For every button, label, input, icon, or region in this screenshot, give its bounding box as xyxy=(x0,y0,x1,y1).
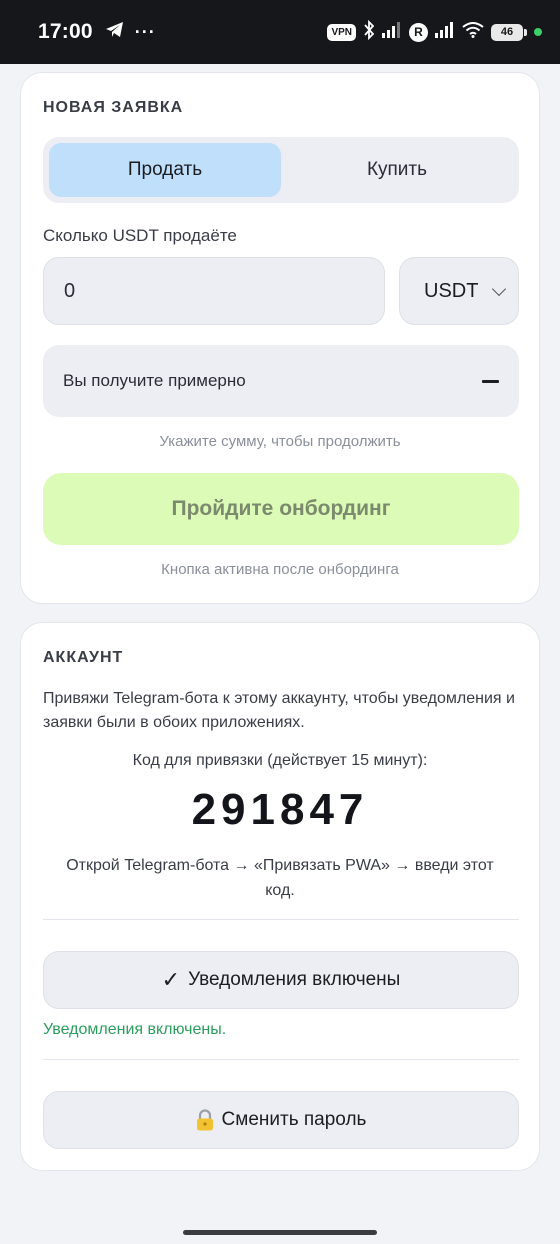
wifi-icon xyxy=(462,21,484,43)
receive-value-dash xyxy=(482,379,499,383)
new-order-title: НОВАЯ ЗАЯВКА xyxy=(43,99,184,116)
telegram-icon xyxy=(105,21,125,44)
change-password-button[interactable]: Сменить пароль xyxy=(43,1091,519,1149)
chevron-down-icon xyxy=(491,281,507,296)
tab-sell[interactable]: Продать xyxy=(49,143,281,197)
notifications-button-label: Уведомления включены xyxy=(188,969,401,990)
lock-icon xyxy=(196,1109,214,1131)
signal-icon-2 xyxy=(435,21,455,43)
notifications-status: Уведомления включены. xyxy=(43,1021,227,1038)
account-card: АККАУНТ Привяжи Telegram-бота к этому ак… xyxy=(20,622,540,1171)
account-title: АККАУНТ xyxy=(43,649,124,666)
tab-buy[interactable]: Купить xyxy=(281,143,513,197)
battery-icon: 46 xyxy=(491,23,527,41)
order-type-switch: Продать Купить xyxy=(43,137,519,203)
divider xyxy=(43,1059,519,1060)
currency-value: USDT xyxy=(424,279,479,302)
status-right: VPN R 46 xyxy=(327,19,542,45)
new-order-card: НОВАЯ ЗАЯВКА Продать Купить Сколько USDT… xyxy=(20,72,540,604)
cta-hint: Кнопка активна после онбординга xyxy=(161,561,399,578)
link-code: 291847 xyxy=(191,785,369,834)
receive-estimate: Вы получите примерно xyxy=(43,345,519,417)
receive-label: Вы получите примерно xyxy=(63,371,246,390)
home-indicator[interactable] xyxy=(183,1230,377,1235)
status-time: 17:00 xyxy=(38,20,93,43)
currency-select[interactable]: USDT xyxy=(399,257,519,325)
amount-input[interactable]: 0 xyxy=(43,257,385,325)
link-instruction: Открой Telegram-бота → «Привязать PWA» →… xyxy=(66,857,494,899)
divider xyxy=(43,919,519,920)
signal-icon xyxy=(382,21,402,43)
onboarding-button[interactable]: Пройдите онбординг xyxy=(43,473,519,545)
notifications-button[interactable]: ✓ Уведомления включены xyxy=(43,951,519,1009)
account-description: Привяжи Telegram-бота к этому аккаунту, … xyxy=(43,690,515,731)
status-left: 17:00 ··· xyxy=(38,20,156,44)
amount-label: Сколько USDT продаёте xyxy=(43,226,237,245)
status-bar: 17:00 ··· VPN R 46 xyxy=(0,0,560,64)
bluetooth-icon xyxy=(363,19,375,45)
r-badge-icon: R xyxy=(409,22,428,42)
change-password-label: Сменить пароль xyxy=(221,1109,367,1130)
checkmark-icon: ✓ xyxy=(161,967,181,992)
amount-hint: Укажите сумму, чтобы продолжить xyxy=(159,433,401,450)
vpn-icon: VPN xyxy=(327,23,356,41)
code-label: Код для привязки (действует 15 минут): xyxy=(132,752,428,769)
privacy-indicator-icon xyxy=(534,28,542,36)
more-notifications-icon: ··· xyxy=(134,21,156,42)
